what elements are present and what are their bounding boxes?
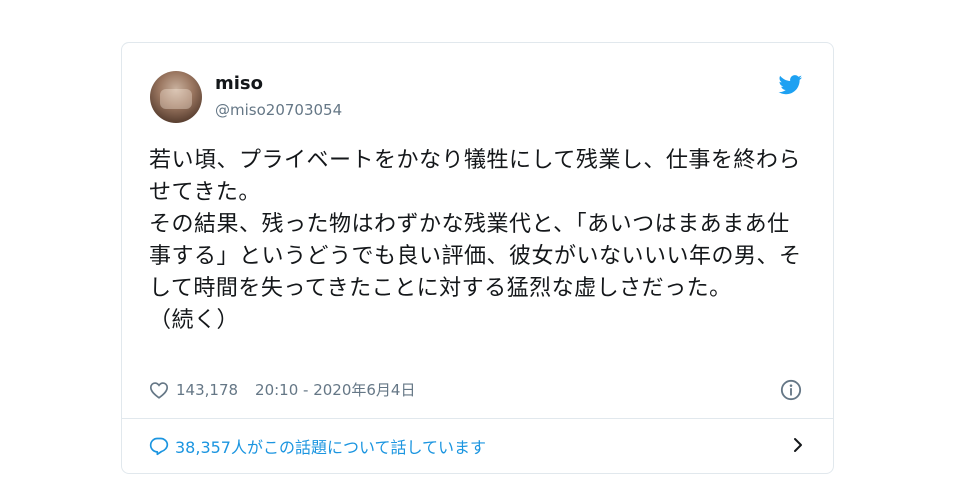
conversation-text[interactable]: 38,357人がこの話題について話しています: [175, 434, 486, 458]
divider: [122, 418, 833, 419]
twitter-bird-icon[interactable]: [778, 75, 803, 95]
tweet-timestamp[interactable]: 20:10 - 2020年6月4日: [255, 379, 415, 400]
tweet-meta: 143,178 20:10 - 2020年6月4日: [149, 379, 415, 400]
avatar[interactable]: [150, 71, 202, 123]
author-display-name[interactable]: miso: [215, 73, 263, 94]
tweet-text: 若い頃、プライベートをかなり犠牲にして残業し、仕事を終わらせてきた。 その結果、…: [149, 148, 802, 333]
tweet-card[interactable]: miso @miso20703054 若い頃、プライベートをかなり犠牲にして残業…: [121, 42, 834, 474]
like-count[interactable]: 143,178: [176, 381, 238, 399]
conversation-link[interactable]: 38,357人がこの話題について話しています: [149, 434, 805, 458]
info-icon[interactable]: [780, 379, 802, 401]
chevron-right-icon[interactable]: [791, 436, 805, 454]
author-handle[interactable]: @miso20703054: [215, 101, 342, 119]
heart-icon[interactable]: [149, 381, 169, 399]
speech-bubble-icon: [149, 437, 169, 456]
